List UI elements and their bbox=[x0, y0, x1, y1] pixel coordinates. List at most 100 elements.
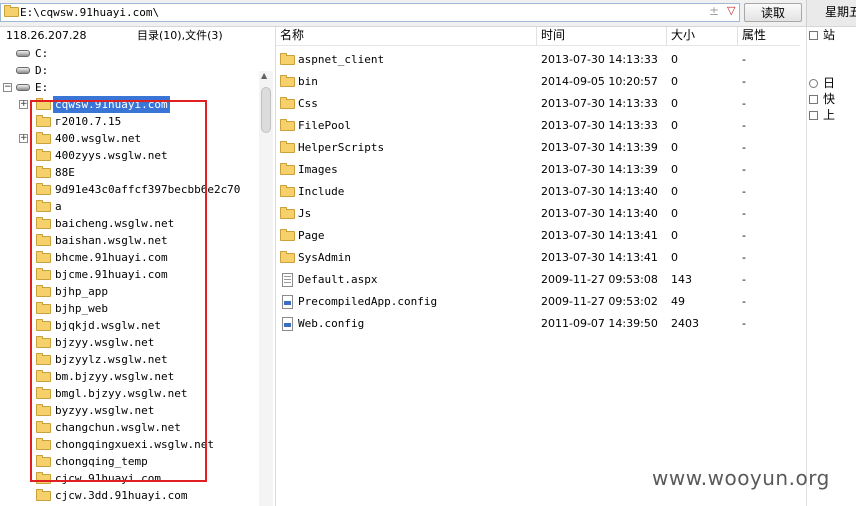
tree-folder-item[interactable]: bjzyy.wsglw.net bbox=[0, 334, 258, 351]
file-time: 2013-07-30 14:13:40 bbox=[541, 207, 658, 220]
side-panel-label: 日 bbox=[823, 76, 836, 90]
file-row[interactable]: Include 2013-07-30 14:13:40 0 - bbox=[276, 181, 800, 203]
tree-folder-item[interactable]: cjcw.3dd.91huayi.com bbox=[0, 487, 258, 504]
file-row[interactable]: aspnet_client 2013-07-30 14:13:33 0 - bbox=[276, 49, 800, 71]
file-time: 2011-09-07 14:39:50 bbox=[541, 317, 658, 330]
column-name-header[interactable]: 名称 bbox=[276, 27, 537, 45]
collapse-icon[interactable]: − bbox=[3, 83, 12, 92]
side-panel-item[interactable]: 快 bbox=[809, 91, 835, 107]
file-row[interactable]: Images 2013-07-30 14:13:39 0 - bbox=[276, 159, 800, 181]
tree-folder-item[interactable]: г2010.7.15 bbox=[0, 113, 258, 130]
tree-folder-item[interactable]: + cqwsw.91huayi.com bbox=[0, 96, 258, 113]
folder-icon bbox=[280, 251, 295, 263]
file-size: 2403 bbox=[671, 317, 699, 330]
scrollbar-thumb[interactable] bbox=[261, 87, 271, 133]
scroll-up-icon[interactable]: ▲ bbox=[261, 71, 267, 80]
file-list-header: 名称 时间 大小 属性 bbox=[276, 27, 800, 46]
tree-folder-label: chongqing_temp bbox=[55, 455, 148, 468]
file-row[interactable]: SysAdmin 2013-07-30 14:13:41 0 - bbox=[276, 247, 800, 269]
file-attr: - bbox=[742, 207, 746, 220]
column-attr-header[interactable]: 属性 bbox=[738, 27, 800, 45]
address-toolbar: E:\cqwsw.91huayi.com\ ± ▽ 读取 星期五 bbox=[0, 0, 856, 27]
tree-folder-item[interactable]: bjcme.91huayi.com bbox=[0, 266, 258, 283]
folder-icon bbox=[36, 370, 51, 382]
column-size-header[interactable]: 大小 bbox=[667, 27, 738, 45]
tree-folder-label: a bbox=[55, 200, 62, 213]
side-panel-item[interactable]: 日 bbox=[809, 75, 835, 91]
file-attr: - bbox=[742, 141, 746, 154]
tree-folder-item[interactable]: bjzyylz.wsglw.net bbox=[0, 351, 258, 368]
file-row[interactable]: HelperScripts 2013-07-30 14:13:39 0 - bbox=[276, 137, 800, 159]
drive-item[interactable]: C: bbox=[0, 45, 258, 62]
tree-folder-label: 400zyys.wsglw.net bbox=[55, 149, 168, 162]
tree-folder-item[interactable]: +400.wsglw.net bbox=[0, 130, 258, 147]
file-name: Js bbox=[298, 207, 312, 220]
expand-icon[interactable]: + bbox=[19, 100, 28, 109]
tree-folder-item[interactable]: 400zyys.wsglw.net bbox=[0, 147, 258, 164]
tree-scrollbar[interactable]: ▲ ▼ bbox=[259, 71, 273, 506]
file-size: 0 bbox=[671, 163, 678, 176]
tree-folder-label: baicheng.wsglw.net bbox=[55, 217, 175, 230]
drive-item[interactable]: D: bbox=[0, 62, 258, 79]
tree-folder-item[interactable]: chongqing_temp bbox=[0, 453, 258, 470]
file-size: 0 bbox=[671, 185, 678, 198]
tree-folder-label: changchun.wsglw.net bbox=[55, 421, 181, 434]
tree-folder-item[interactable]: 88E bbox=[0, 164, 258, 181]
folder-icon bbox=[280, 207, 295, 219]
tree-folder-item[interactable]: cjcw.91huayi.com bbox=[0, 470, 258, 487]
drive-item[interactable]: − E: bbox=[0, 79, 258, 96]
read-button[interactable]: 读取 bbox=[744, 3, 802, 22]
column-time-header[interactable]: 时间 bbox=[537, 27, 667, 45]
weekday-tab[interactable]: 星期五 bbox=[806, 0, 856, 26]
tree-folder-item[interactable]: bhcme.91huayi.com bbox=[0, 249, 258, 266]
tree-folder-item[interactable]: bjhp_app bbox=[0, 283, 258, 300]
plus-icon[interactable]: ± bbox=[709, 4, 719, 18]
file-row[interactable]: Css 2013-07-30 14:13:33 0 - bbox=[276, 93, 800, 115]
folder-icon bbox=[36, 285, 51, 297]
file-row[interactable]: Default.aspx 2009-11-27 09:53:08 143 - bbox=[276, 269, 800, 291]
path-input[interactable]: E:\cqwsw.91huayi.com\ ± ▽ bbox=[0, 3, 740, 22]
folder-icon bbox=[36, 421, 51, 433]
tree-folder-item[interactable]: baicheng.wsglw.net bbox=[0, 215, 258, 232]
tree-folder-item[interactable]: changchun.wsglw.net bbox=[0, 419, 258, 436]
file-row[interactable]: Web.config 2011-09-07 14:39:50 2403 - bbox=[276, 313, 800, 335]
tree-folder-item[interactable]: bjhp_web bbox=[0, 300, 258, 317]
file-name: SysAdmin bbox=[298, 251, 351, 264]
side-panel-item[interactable]: 上 bbox=[809, 107, 835, 123]
file-attr: - bbox=[742, 317, 746, 330]
folder-icon bbox=[36, 132, 51, 144]
file-name: Web.config bbox=[298, 317, 365, 330]
tree-folder-item[interactable]: bm.bjzyy.wsglw.net bbox=[0, 368, 258, 385]
folder-icon bbox=[36, 268, 51, 280]
tree-header: 118.26.207.28 目录(10),文件(3) bbox=[0, 27, 275, 45]
tree-folder-label: bjqkjd.wsglw.net bbox=[55, 319, 161, 332]
folder-icon bbox=[280, 141, 295, 153]
tree-folder-label: bjzyylz.wsglw.net bbox=[55, 353, 168, 366]
checkbox-icon bbox=[809, 111, 818, 120]
side-panel-item[interactable]: 站 bbox=[809, 27, 835, 43]
tree-folder-item[interactable]: bjqkjd.wsglw.net bbox=[0, 317, 258, 334]
file-row[interactable]: FilePool 2013-07-30 14:13:33 0 - bbox=[276, 115, 800, 137]
folder-icon bbox=[36, 234, 51, 246]
file-size: 49 bbox=[671, 295, 685, 308]
chevron-down-icon[interactable]: ▽ bbox=[727, 4, 735, 17]
tree-folder-item[interactable]: chongqingxuexi.wsglw.net bbox=[0, 436, 258, 453]
file-row[interactable]: Js 2013-07-30 14:13:40 0 - bbox=[276, 203, 800, 225]
tree-folder-item[interactable]: a bbox=[0, 198, 258, 215]
file-row[interactable]: bin 2014-09-05 10:20:57 0 - bbox=[276, 71, 800, 93]
folder-icon bbox=[280, 119, 295, 131]
file-row[interactable]: Page 2013-07-30 14:13:41 0 - bbox=[276, 225, 800, 247]
folder-icon bbox=[280, 185, 295, 197]
file-name: PrecompiledApp.config bbox=[298, 295, 438, 308]
side-panel-label: 快 bbox=[823, 92, 836, 106]
tree-folder-item[interactable]: 9d91e43c0affcf397becbb6e2c70 bbox=[0, 181, 258, 198]
side-panel: 站日快上 bbox=[806, 27, 856, 506]
file-name: aspnet_client bbox=[298, 53, 385, 66]
expand-icon[interactable]: + bbox=[19, 134, 28, 143]
file-attr: - bbox=[742, 53, 746, 66]
file-name: bin bbox=[298, 75, 318, 88]
tree-folder-item[interactable]: baishan.wsglw.net bbox=[0, 232, 258, 249]
tree-folder-item[interactable]: bmgl.bjzyy.wsglw.net bbox=[0, 385, 258, 402]
tree-folder-item[interactable]: byzyy.wsglw.net bbox=[0, 402, 258, 419]
file-row[interactable]: PrecompiledApp.config 2009-11-27 09:53:02… bbox=[276, 291, 800, 313]
